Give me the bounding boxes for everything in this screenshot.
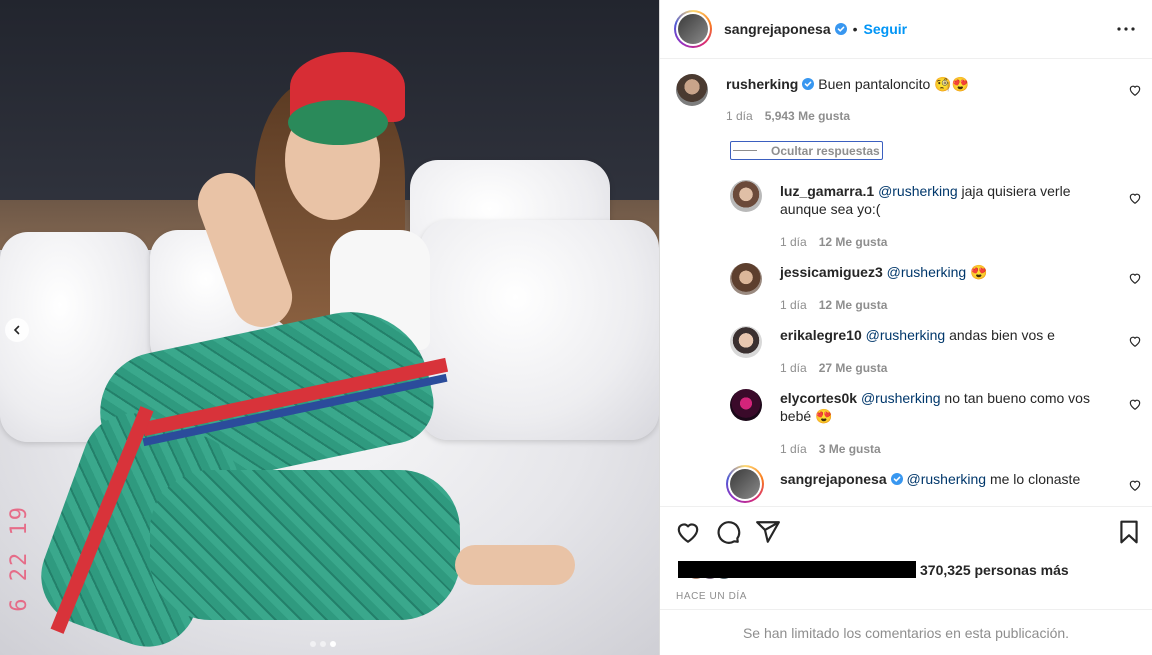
comment-text: Buen pantaloncito 🧐😍 — [818, 76, 970, 92]
post-photo[interactable]: 6 22 19 — [0, 0, 659, 655]
more-icon — [1117, 27, 1135, 31]
comment-meta: 1 día 3 Me gusta — [780, 442, 881, 456]
comment-username[interactable]: rusherking — [726, 76, 798, 92]
heart-icon[interactable] — [1128, 478, 1142, 492]
verified-icon — [802, 78, 815, 90]
reply: luz_gamarra.1 @rusherking jaja quisiera … — [660, 172, 1152, 252]
mention-link[interactable]: @rusherking — [907, 471, 987, 487]
author-avatar-ring[interactable] — [674, 10, 712, 48]
previous-photo-button[interactable] — [5, 318, 29, 342]
photo-foot — [455, 545, 575, 585]
action-bar — [660, 506, 1152, 556]
more-options-button[interactable] — [1114, 17, 1138, 41]
reply: jessicamiguez3 @rusherking 😍 1 día 12 Me … — [660, 252, 1152, 315]
comment-body: sangrejaponesa @rusherking me lo clonast… — [780, 470, 1090, 488]
comment-meta: 1 día 27 Me gusta — [780, 361, 887, 375]
comment-username[interactable]: elycortes0k — [780, 390, 857, 406]
heart-icon[interactable] — [1128, 271, 1142, 285]
share-icon[interactable] — [755, 519, 781, 545]
follow-button[interactable]: Seguir — [864, 21, 908, 37]
comment-likes[interactable]: 3 Me gusta — [819, 442, 881, 456]
reply: sangrejaponesa @rusherking me lo clonast… — [660, 459, 1152, 506]
comments-limited-notice: Se han limitado los comentarios en esta … — [660, 609, 1152, 655]
comments-list: rusherking Buen pantaloncito 🧐😍 1 día 5,9… — [660, 60, 1152, 506]
comment-time[interactable]: 1 día — [780, 298, 807, 312]
comment-body: elycortes0k @rusherking no tan bueno com… — [780, 389, 1110, 425]
comment-icon[interactable] — [715, 519, 741, 545]
heart-icon[interactable] — [1128, 191, 1142, 205]
avatar[interactable] — [730, 180, 762, 212]
comment-body: luz_gamarra.1 @rusherking jaja quisiera … — [780, 182, 1090, 218]
redaction-bar — [678, 561, 916, 578]
photo-cap-brim — [288, 100, 388, 145]
comment-meta: 1 día 12 Me gusta — [780, 235, 887, 249]
comment-meta: 1 día 5,943 Me gusta — [726, 109, 850, 123]
avatar[interactable] — [676, 74, 708, 106]
heart-icon[interactable] — [1128, 397, 1142, 411]
mention-link[interactable]: @rusherking — [887, 264, 967, 280]
comment-likes[interactable]: 5,943 Me gusta — [765, 109, 850, 123]
post-header: sangrejaponesa • Seguir — [660, 0, 1152, 59]
mention-link[interactable]: @rusherking — [878, 183, 958, 199]
comment-likes[interactable]: 12 Me gusta — [819, 235, 888, 249]
reply: elycortes0k @rusherking no tan bueno com… — [660, 378, 1152, 459]
comment-body: erikalegre10 @rusherking andas bien vos … — [780, 326, 1090, 344]
carousel-dot — [310, 641, 316, 647]
avatar — [678, 14, 708, 44]
likes-count[interactable]: 370,325 personas más — [920, 562, 1069, 578]
comment-text: andas bien vos e — [945, 327, 1055, 343]
photo-date-stamp: 6 22 19 — [7, 505, 32, 612]
comment-text: 😍 — [966, 264, 988, 280]
mention-link[interactable]: @rusherking — [866, 327, 946, 343]
chevron-left-icon — [13, 325, 20, 335]
avatar[interactable] — [730, 389, 762, 421]
author-username[interactable]: sangrejaponesa — [724, 21, 831, 37]
comment-time[interactable]: 1 día — [780, 442, 807, 456]
post-details-panel: sangrejaponesa • Seguir rusherking Buen … — [659, 0, 1152, 655]
comment-likes[interactable]: 12 Me gusta — [819, 298, 888, 312]
comment-text: me lo clonaste — [986, 471, 1081, 487]
photo-pants — [150, 470, 460, 620]
likes-summary[interactable]: 370,325 personas más — [668, 558, 1152, 584]
heart-icon[interactable] — [1128, 334, 1142, 348]
comment-time[interactable]: 1 día — [780, 235, 807, 249]
mention-link[interactable]: @rusherking — [861, 390, 941, 406]
comment-time[interactable]: 1 día — [780, 361, 807, 375]
comment-body: rusherking Buen pantaloncito 🧐😍 — [726, 75, 969, 93]
comment-body: jessicamiguez3 @rusherking 😍 — [780, 263, 1090, 281]
hide-replies-button[interactable]: Ocultar respuestas — [730, 141, 883, 160]
carousel-dots — [310, 641, 336, 647]
post-timestamp[interactable]: HACE UN DÍA — [676, 591, 747, 602]
avatar[interactable] — [730, 326, 762, 358]
hide-replies-label: Ocultar respuestas — [771, 143, 880, 158]
verified-icon — [890, 473, 903, 485]
comment: rusherking Buen pantaloncito 🧐😍 1 día 5,9… — [660, 60, 1152, 140]
comment-time[interactable]: 1 día — [726, 109, 753, 123]
comment-username[interactable]: erikalegre10 — [780, 327, 862, 343]
bookmark-icon[interactable] — [1116, 519, 1142, 545]
separator-dot: • — [852, 21, 858, 37]
reply: erikalegre10 @rusherking andas bien vos … — [660, 315, 1152, 378]
heart-icon[interactable] — [675, 519, 701, 545]
comment-username[interactable]: jessicamiguez3 — [780, 264, 883, 280]
photo-pillow — [420, 220, 659, 440]
avatar[interactable] — [730, 263, 762, 295]
comment-username[interactable]: luz_gamarra.1 — [780, 183, 874, 199]
verified-icon — [834, 23, 847, 35]
avatar — [730, 469, 760, 499]
heart-icon[interactable] — [1128, 83, 1142, 97]
comments-limited-text: Se han limitado los comentarios en esta … — [742, 624, 1070, 641]
comment-username[interactable]: sangrejaponesa — [780, 471, 887, 487]
carousel-dot-active — [330, 641, 336, 647]
carousel-dot — [320, 641, 326, 647]
comment-likes[interactable]: 27 Me gusta — [819, 361, 888, 375]
avatar-story-ring[interactable] — [726, 465, 764, 503]
replies-line — [733, 150, 757, 151]
comment-meta: 1 día 12 Me gusta — [780, 298, 887, 312]
